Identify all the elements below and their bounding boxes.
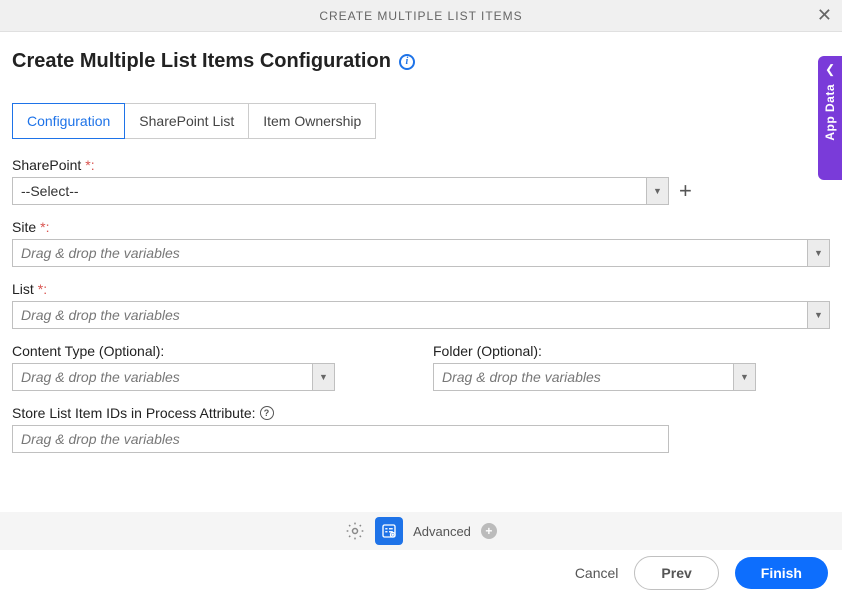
label-content-type: Content Type (Optional): bbox=[12, 343, 409, 359]
site-input[interactable]: Drag & drop the variables ▼ bbox=[12, 239, 830, 267]
plus-circle-icon[interactable]: + bbox=[481, 523, 497, 539]
field-sharepoint: SharePoint *: --Select-- ▼ + bbox=[12, 157, 830, 205]
content-type-input[interactable]: Drag & drop the variables ▼ bbox=[12, 363, 335, 391]
store-ids-input[interactable]: Drag & drop the variables bbox=[12, 425, 669, 453]
field-content-type: Content Type (Optional): Drag & drop the… bbox=[12, 343, 409, 391]
label-site: Site *: bbox=[12, 219, 830, 235]
toolbar: Advanced + bbox=[0, 512, 842, 550]
gear-icon[interactable] bbox=[345, 521, 365, 541]
field-list: List *: Drag & drop the variables ▼ bbox=[12, 281, 830, 329]
tab-item-ownership[interactable]: Item Ownership bbox=[248, 103, 376, 139]
page-title-row: Create Multiple List Items Configuration… bbox=[12, 50, 830, 73]
close-icon[interactable]: ✕ bbox=[817, 5, 832, 26]
info-icon[interactable]: i bbox=[399, 54, 415, 70]
label-store-ids: Store List Item IDs in Process Attribute… bbox=[12, 405, 830, 421]
label-folder: Folder (Optional): bbox=[433, 343, 830, 359]
content-type-placeholder: Drag & drop the variables bbox=[13, 364, 312, 390]
list-placeholder: Drag & drop the variables bbox=[13, 302, 807, 328]
field-store-ids: Store List Item IDs in Process Attribute… bbox=[12, 405, 830, 453]
list-input[interactable]: Drag & drop the variables ▼ bbox=[12, 301, 830, 329]
folder-placeholder: Drag & drop the variables bbox=[434, 364, 733, 390]
app-data-label: App Data bbox=[823, 84, 837, 141]
page-title: Create Multiple List Items Configuration bbox=[12, 50, 391, 73]
footer: Cancel Prev Finish bbox=[0, 550, 842, 596]
site-placeholder: Drag & drop the variables bbox=[13, 240, 807, 266]
form-icon[interactable] bbox=[375, 517, 403, 545]
tabs: Configuration SharePoint List Item Owner… bbox=[12, 103, 830, 139]
chevron-down-icon[interactable]: ▼ bbox=[646, 178, 668, 204]
field-folder: Folder (Optional): Drag & drop the varia… bbox=[433, 343, 830, 391]
label-list: List *: bbox=[12, 281, 830, 297]
label-sharepoint: SharePoint *: bbox=[12, 157, 830, 173]
cancel-button[interactable]: Cancel bbox=[575, 565, 619, 581]
chevron-down-icon[interactable]: ▼ bbox=[733, 364, 755, 390]
app-data-panel-toggle[interactable]: ❯ App Data bbox=[818, 56, 842, 180]
dialog-content: Create Multiple List Items Configuration… bbox=[0, 32, 842, 453]
sharepoint-select-value: --Select-- bbox=[13, 178, 646, 204]
tab-configuration[interactable]: Configuration bbox=[12, 103, 125, 139]
help-icon[interactable]: ? bbox=[260, 406, 274, 420]
sharepoint-select[interactable]: --Select-- ▼ bbox=[12, 177, 669, 205]
dialog-header: CREATE MULTIPLE LIST ITEMS ✕ bbox=[0, 0, 842, 32]
folder-input[interactable]: Drag & drop the variables ▼ bbox=[433, 363, 756, 391]
chevron-down-icon[interactable]: ▼ bbox=[807, 302, 829, 328]
dialog-title: CREATE MULTIPLE LIST ITEMS bbox=[319, 9, 522, 23]
chevron-down-icon[interactable]: ▼ bbox=[807, 240, 829, 266]
required-marker: *: bbox=[85, 157, 94, 173]
chevron-down-icon[interactable]: ▼ bbox=[312, 364, 334, 390]
two-col-row: Content Type (Optional): Drag & drop the… bbox=[12, 343, 830, 391]
field-site: Site *: Drag & drop the variables ▼ bbox=[12, 219, 830, 267]
prev-button[interactable]: Prev bbox=[634, 556, 718, 590]
add-sharepoint-button[interactable]: + bbox=[679, 178, 692, 204]
tab-sharepoint-list[interactable]: SharePoint List bbox=[124, 103, 249, 139]
chevron-left-icon: ❯ bbox=[825, 64, 835, 78]
finish-button[interactable]: Finish bbox=[735, 557, 828, 589]
required-marker: *: bbox=[40, 219, 49, 235]
required-marker: *: bbox=[38, 281, 47, 297]
advanced-label: Advanced bbox=[413, 524, 471, 539]
